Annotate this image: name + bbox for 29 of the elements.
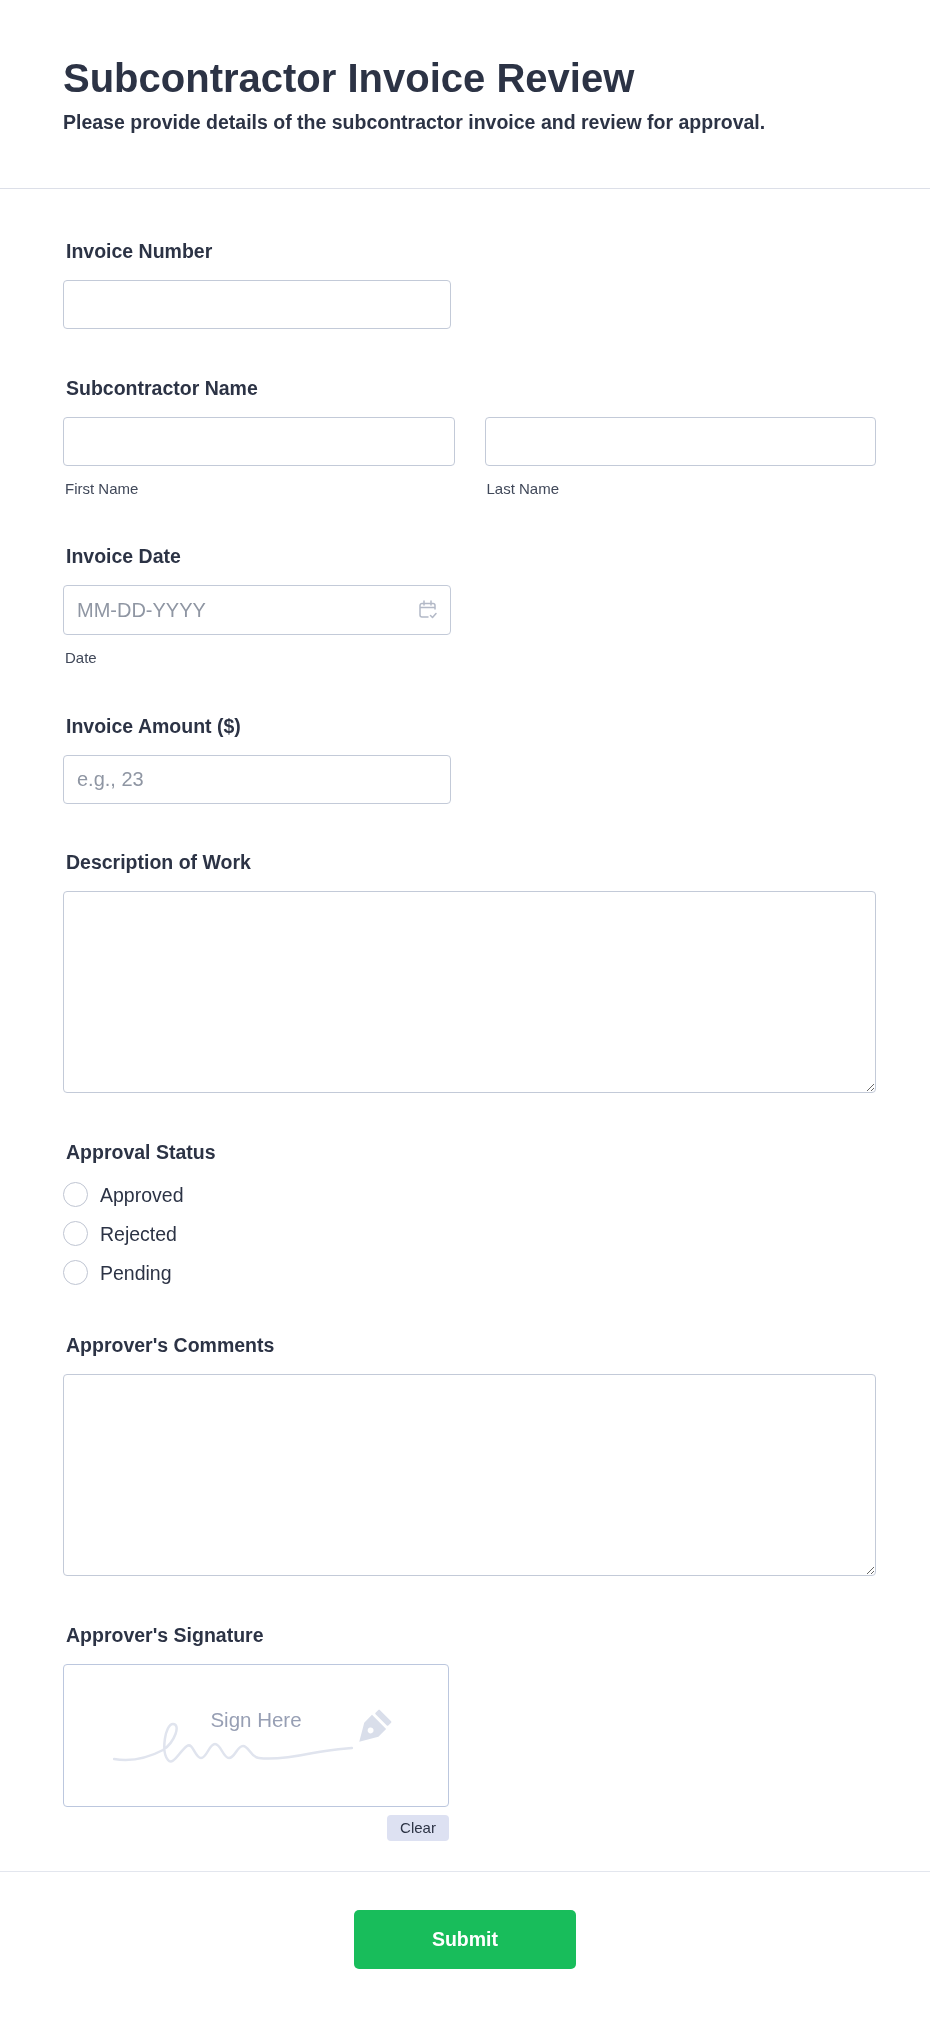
text-input[interactable] (63, 280, 451, 329)
form-title: Subcontractor Invoice Review (63, 55, 636, 102)
field-label: Approver's Signature (65, 1622, 264, 1647)
calendar-icon[interactable] (418, 600, 437, 619)
sign-here-prompt: Sign Here (210, 1706, 302, 1733)
sublabel: Date (64, 649, 97, 667)
field-label: Invoice Amount ($) (65, 713, 241, 738)
textarea-field[interactable] (63, 891, 876, 1093)
sublabel: First Name (64, 479, 140, 498)
text-input[interactable] (63, 416, 455, 466)
radio-button[interactable] (63, 1182, 88, 1207)
radio-option-label[interactable]: Pending (100, 1260, 172, 1285)
textarea-field[interactable] (63, 1374, 876, 1576)
date-input[interactable]: MM-DD-YYYY (63, 585, 451, 635)
field-label: Approver's Comments (65, 1333, 275, 1357)
sublabel: Last Name (485, 479, 561, 498)
radio-button[interactable] (63, 1221, 88, 1246)
form-subtitle: Please provide details of the subcontractor invoice and review for approval. (63, 110, 767, 134)
field-label: Approval Status (65, 1139, 216, 1164)
text-input[interactable] (484, 416, 876, 466)
radio-option-label[interactable]: Rejected (100, 1221, 177, 1246)
clear-button[interactable]: Clear (387, 1814, 449, 1841)
radio-option-label[interactable]: Approved (100, 1182, 184, 1207)
field-label: Invoice Date (65, 544, 181, 568)
field-label: Invoice Number (65, 239, 213, 263)
number-input[interactable]: e.g., 23 (63, 754, 451, 804)
radio-button[interactable] (63, 1260, 88, 1285)
field-label: Subcontractor Name (65, 375, 258, 400)
field-label: Description of Work (65, 850, 251, 874)
